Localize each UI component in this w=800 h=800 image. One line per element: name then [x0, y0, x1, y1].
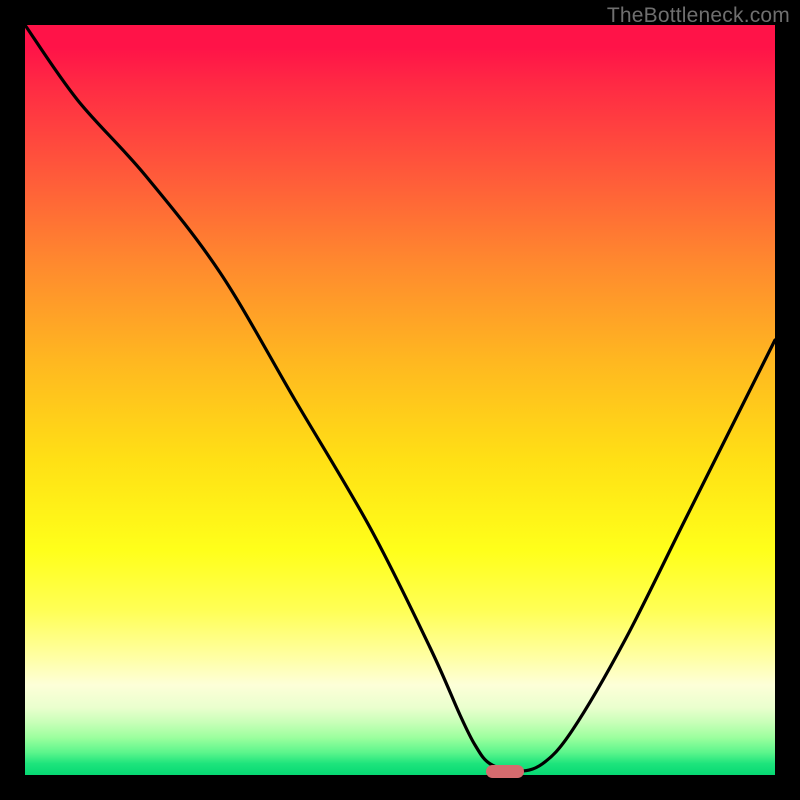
bottleneck-curve-path	[25, 25, 775, 771]
bottleneck-chart: TheBottleneck.com	[0, 0, 800, 800]
plot-area	[25, 25, 775, 775]
optimal-marker	[486, 765, 524, 778]
curve-svg	[25, 25, 775, 775]
